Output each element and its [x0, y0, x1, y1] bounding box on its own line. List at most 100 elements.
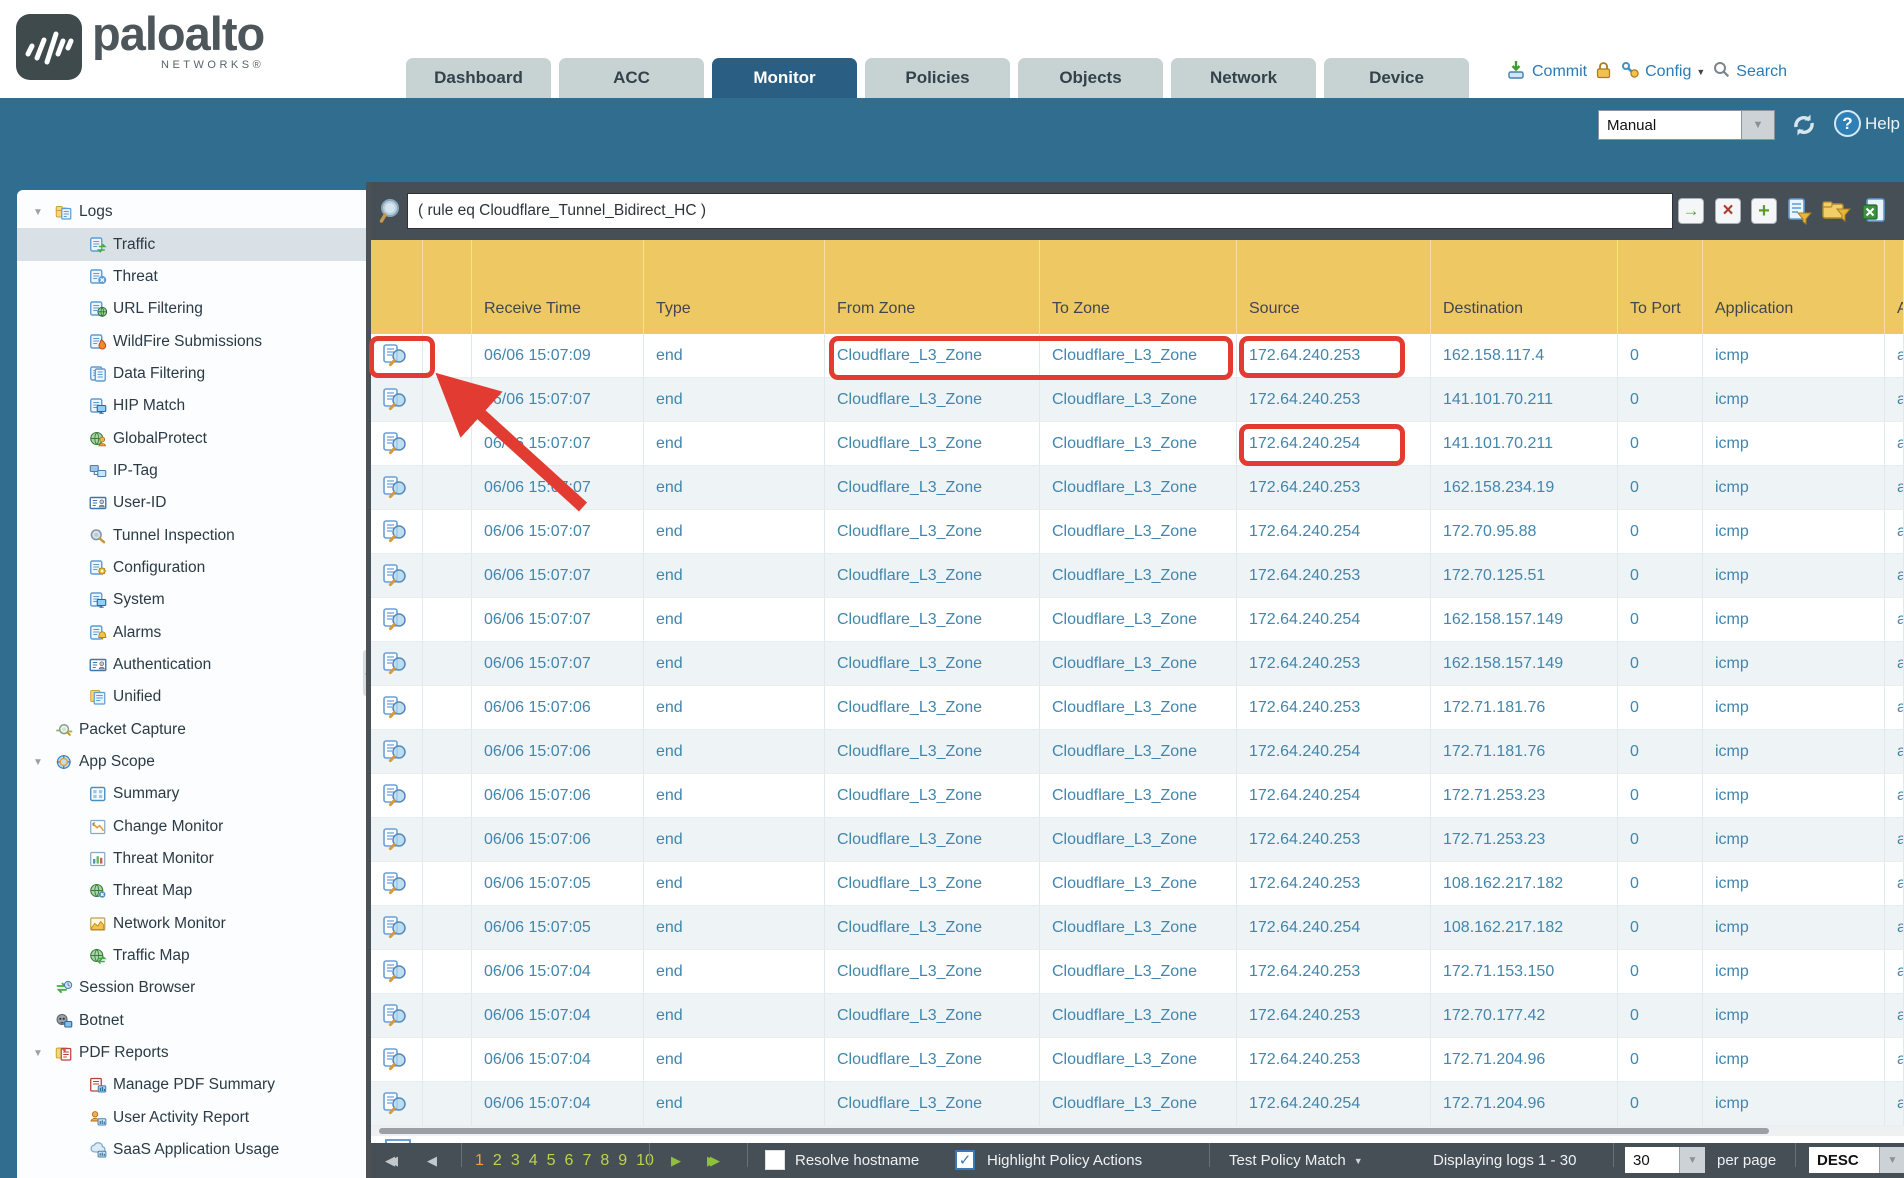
cell-source[interactable]: 172.64.240.253 — [1237, 950, 1431, 994]
log-detail-icon[interactable] — [371, 378, 423, 422]
cell-port[interactable]: 0 — [1618, 642, 1703, 686]
log-detail-icon[interactable] — [371, 466, 423, 510]
cell-from[interactable]: Cloudflare_L3_Zone — [825, 730, 1040, 774]
cell-port[interactable]: 0 — [1618, 554, 1703, 598]
resolve-hostname-checkbox[interactable] — [765, 1150, 785, 1170]
cell-source[interactable]: 172.64.240.253 — [1237, 554, 1431, 598]
log-detail-icon[interactable] — [371, 686, 423, 730]
cell-source[interactable]: 172.64.240.254 — [1237, 598, 1431, 642]
cell-port[interactable]: 0 — [1618, 906, 1703, 950]
cell-to[interactable]: Cloudflare_L3_Zone — [1040, 774, 1237, 818]
cell-port[interactable]: 0 — [1618, 334, 1703, 378]
cell-dest[interactable]: 162.158.157.149 — [1431, 598, 1618, 642]
cell-to[interactable]: Cloudflare_L3_Zone — [1040, 598, 1237, 642]
sidebar-item-wildfire-submissions[interactable]: WildFire Submissions — [17, 325, 366, 357]
cell-source[interactable]: 172.64.240.254 — [1237, 774, 1431, 818]
cell-app[interactable]: icmp — [1703, 730, 1885, 774]
sidebar-item-packet-capture[interactable]: Packet Capture — [17, 714, 366, 746]
page-number-8[interactable]: 8 — [600, 1152, 609, 1170]
cell-port[interactable]: 0 — [1618, 994, 1703, 1038]
cell-dest[interactable]: 172.70.125.51 — [1431, 554, 1618, 598]
tab-monitor[interactable]: Monitor — [712, 58, 857, 98]
sort-order-caret-icon[interactable]: ▼ — [1879, 1147, 1904, 1173]
cell-to[interactable]: Cloudflare_L3_Zone — [1040, 466, 1237, 510]
cell-source[interactable]: 172.64.240.253 — [1237, 334, 1431, 378]
cell-source[interactable]: 172.64.240.253 — [1237, 466, 1431, 510]
cell-app[interactable]: icmp — [1703, 642, 1885, 686]
cell-source[interactable]: 172.64.240.254 — [1237, 422, 1431, 466]
sidebar-item-threat[interactable]: Threat — [17, 261, 366, 293]
cell-port[interactable]: 0 — [1618, 466, 1703, 510]
column-header-application[interactable]: Application — [1703, 240, 1885, 334]
sidebar-item-summary[interactable]: Summary — [17, 778, 366, 810]
column-header-receive-time[interactable]: Receive Time — [472, 240, 644, 334]
cell-app[interactable]: icmp — [1703, 466, 1885, 510]
cell-from[interactable]: Cloudflare_L3_Zone — [825, 862, 1040, 906]
page-number-7[interactable]: 7 — [582, 1152, 591, 1170]
cell-from[interactable]: Cloudflare_L3_Zone — [825, 554, 1040, 598]
log-detail-icon[interactable] — [371, 818, 423, 862]
cell-dest[interactable]: 172.70.95.88 — [1431, 510, 1618, 554]
cell-port[interactable]: 0 — [1618, 378, 1703, 422]
cell-port[interactable]: 0 — [1618, 818, 1703, 862]
cell-to[interactable]: Cloudflare_L3_Zone — [1040, 994, 1237, 1038]
page-number-2[interactable]: 2 — [493, 1152, 502, 1170]
tab-acc[interactable]: ACC — [559, 58, 704, 98]
cell-from[interactable]: Cloudflare_L3_Zone — [825, 466, 1040, 510]
cell-dest[interactable]: 172.71.204.96 — [1431, 1038, 1618, 1082]
cell-port[interactable]: 0 — [1618, 1038, 1703, 1082]
cell-source[interactable]: 172.64.240.253 — [1237, 818, 1431, 862]
sidebar-item-user-activity-report[interactable]: User Activity Report — [17, 1102, 366, 1134]
column-header-type[interactable]: Type — [644, 240, 825, 334]
column-header-to-zone[interactable]: To Zone — [1040, 240, 1237, 334]
cell-from[interactable]: Cloudflare_L3_Zone — [825, 422, 1040, 466]
column-header-destination[interactable]: Destination — [1431, 240, 1618, 334]
cell-port[interactable]: 0 — [1618, 730, 1703, 774]
log-detail-icon[interactable] — [371, 642, 423, 686]
cell-from[interactable]: Cloudflare_L3_Zone — [825, 686, 1040, 730]
cell-from[interactable]: Cloudflare_L3_Zone — [825, 774, 1040, 818]
tab-objects[interactable]: Objects — [1018, 58, 1163, 98]
cell-port[interactable]: 0 — [1618, 422, 1703, 466]
cell-source[interactable]: 172.64.240.254 — [1237, 906, 1431, 950]
log-detail-icon[interactable] — [371, 422, 423, 466]
cell-dest[interactable]: 141.101.70.211 — [1431, 422, 1618, 466]
cell-port[interactable]: 0 — [1618, 598, 1703, 642]
add-filter-button[interactable]: + — [1751, 198, 1777, 224]
page-number-3[interactable]: 3 — [511, 1152, 520, 1170]
cell-from[interactable]: Cloudflare_L3_Zone — [825, 1082, 1040, 1126]
sidebar-item-session-browser[interactable]: Session Browser — [17, 972, 366, 1004]
cell-port[interactable]: 0 — [1618, 510, 1703, 554]
cell-app[interactable]: icmp — [1703, 862, 1885, 906]
log-detail-icon[interactable] — [371, 1082, 423, 1126]
cell-app[interactable]: icmp — [1703, 994, 1885, 1038]
filter-builder-icon[interactable] — [1785, 198, 1815, 224]
sidebar-item-tunnel-inspection[interactable]: Tunnel Inspection — [17, 519, 366, 551]
cell-from[interactable]: Cloudflare_L3_Zone — [825, 994, 1040, 1038]
horizontal-scrollbar-thumb[interactable] — [379, 1128, 1769, 1134]
cell-app[interactable]: icmp — [1703, 686, 1885, 730]
sidebar-item-globalprotect[interactable]: GlobalProtect — [17, 422, 366, 454]
sidebar-item-saas-application-usage[interactable]: SaaS Application Usage — [17, 1134, 366, 1166]
cell-dest[interactable]: 162.158.117.4 — [1431, 334, 1618, 378]
column-header-blank-0[interactable] — [371, 240, 423, 334]
cell-source[interactable]: 172.64.240.253 — [1237, 642, 1431, 686]
sidebar-item-traffic-map[interactable]: Traffic Map — [17, 940, 366, 972]
cell-source[interactable]: 172.64.240.254 — [1237, 1082, 1431, 1126]
log-detail-icon[interactable] — [371, 862, 423, 906]
cell-dest[interactable]: 162.158.157.149 — [1431, 642, 1618, 686]
cell-dest[interactable]: 172.71.253.23 — [1431, 818, 1618, 862]
log-detail-icon[interactable] — [371, 730, 423, 774]
cell-to[interactable]: Cloudflare_L3_Zone — [1040, 642, 1237, 686]
log-detail-icon[interactable] — [371, 950, 423, 994]
cell-to[interactable]: Cloudflare_L3_Zone — [1040, 554, 1237, 598]
cell-source[interactable]: 172.64.240.253 — [1237, 686, 1431, 730]
cell-to[interactable]: Cloudflare_L3_Zone — [1040, 1082, 1237, 1126]
log-detail-icon[interactable] — [371, 774, 423, 818]
cell-to[interactable]: Cloudflare_L3_Zone — [1040, 906, 1237, 950]
cell-dest[interactable]: 172.70.177.42 — [1431, 994, 1618, 1038]
cell-to[interactable]: Cloudflare_L3_Zone — [1040, 950, 1237, 994]
sidebar-item-app-scope[interactable]: ▼App Scope — [17, 746, 366, 778]
log-detail-icon[interactable] — [371, 510, 423, 554]
cell-app[interactable]: icmp — [1703, 422, 1885, 466]
